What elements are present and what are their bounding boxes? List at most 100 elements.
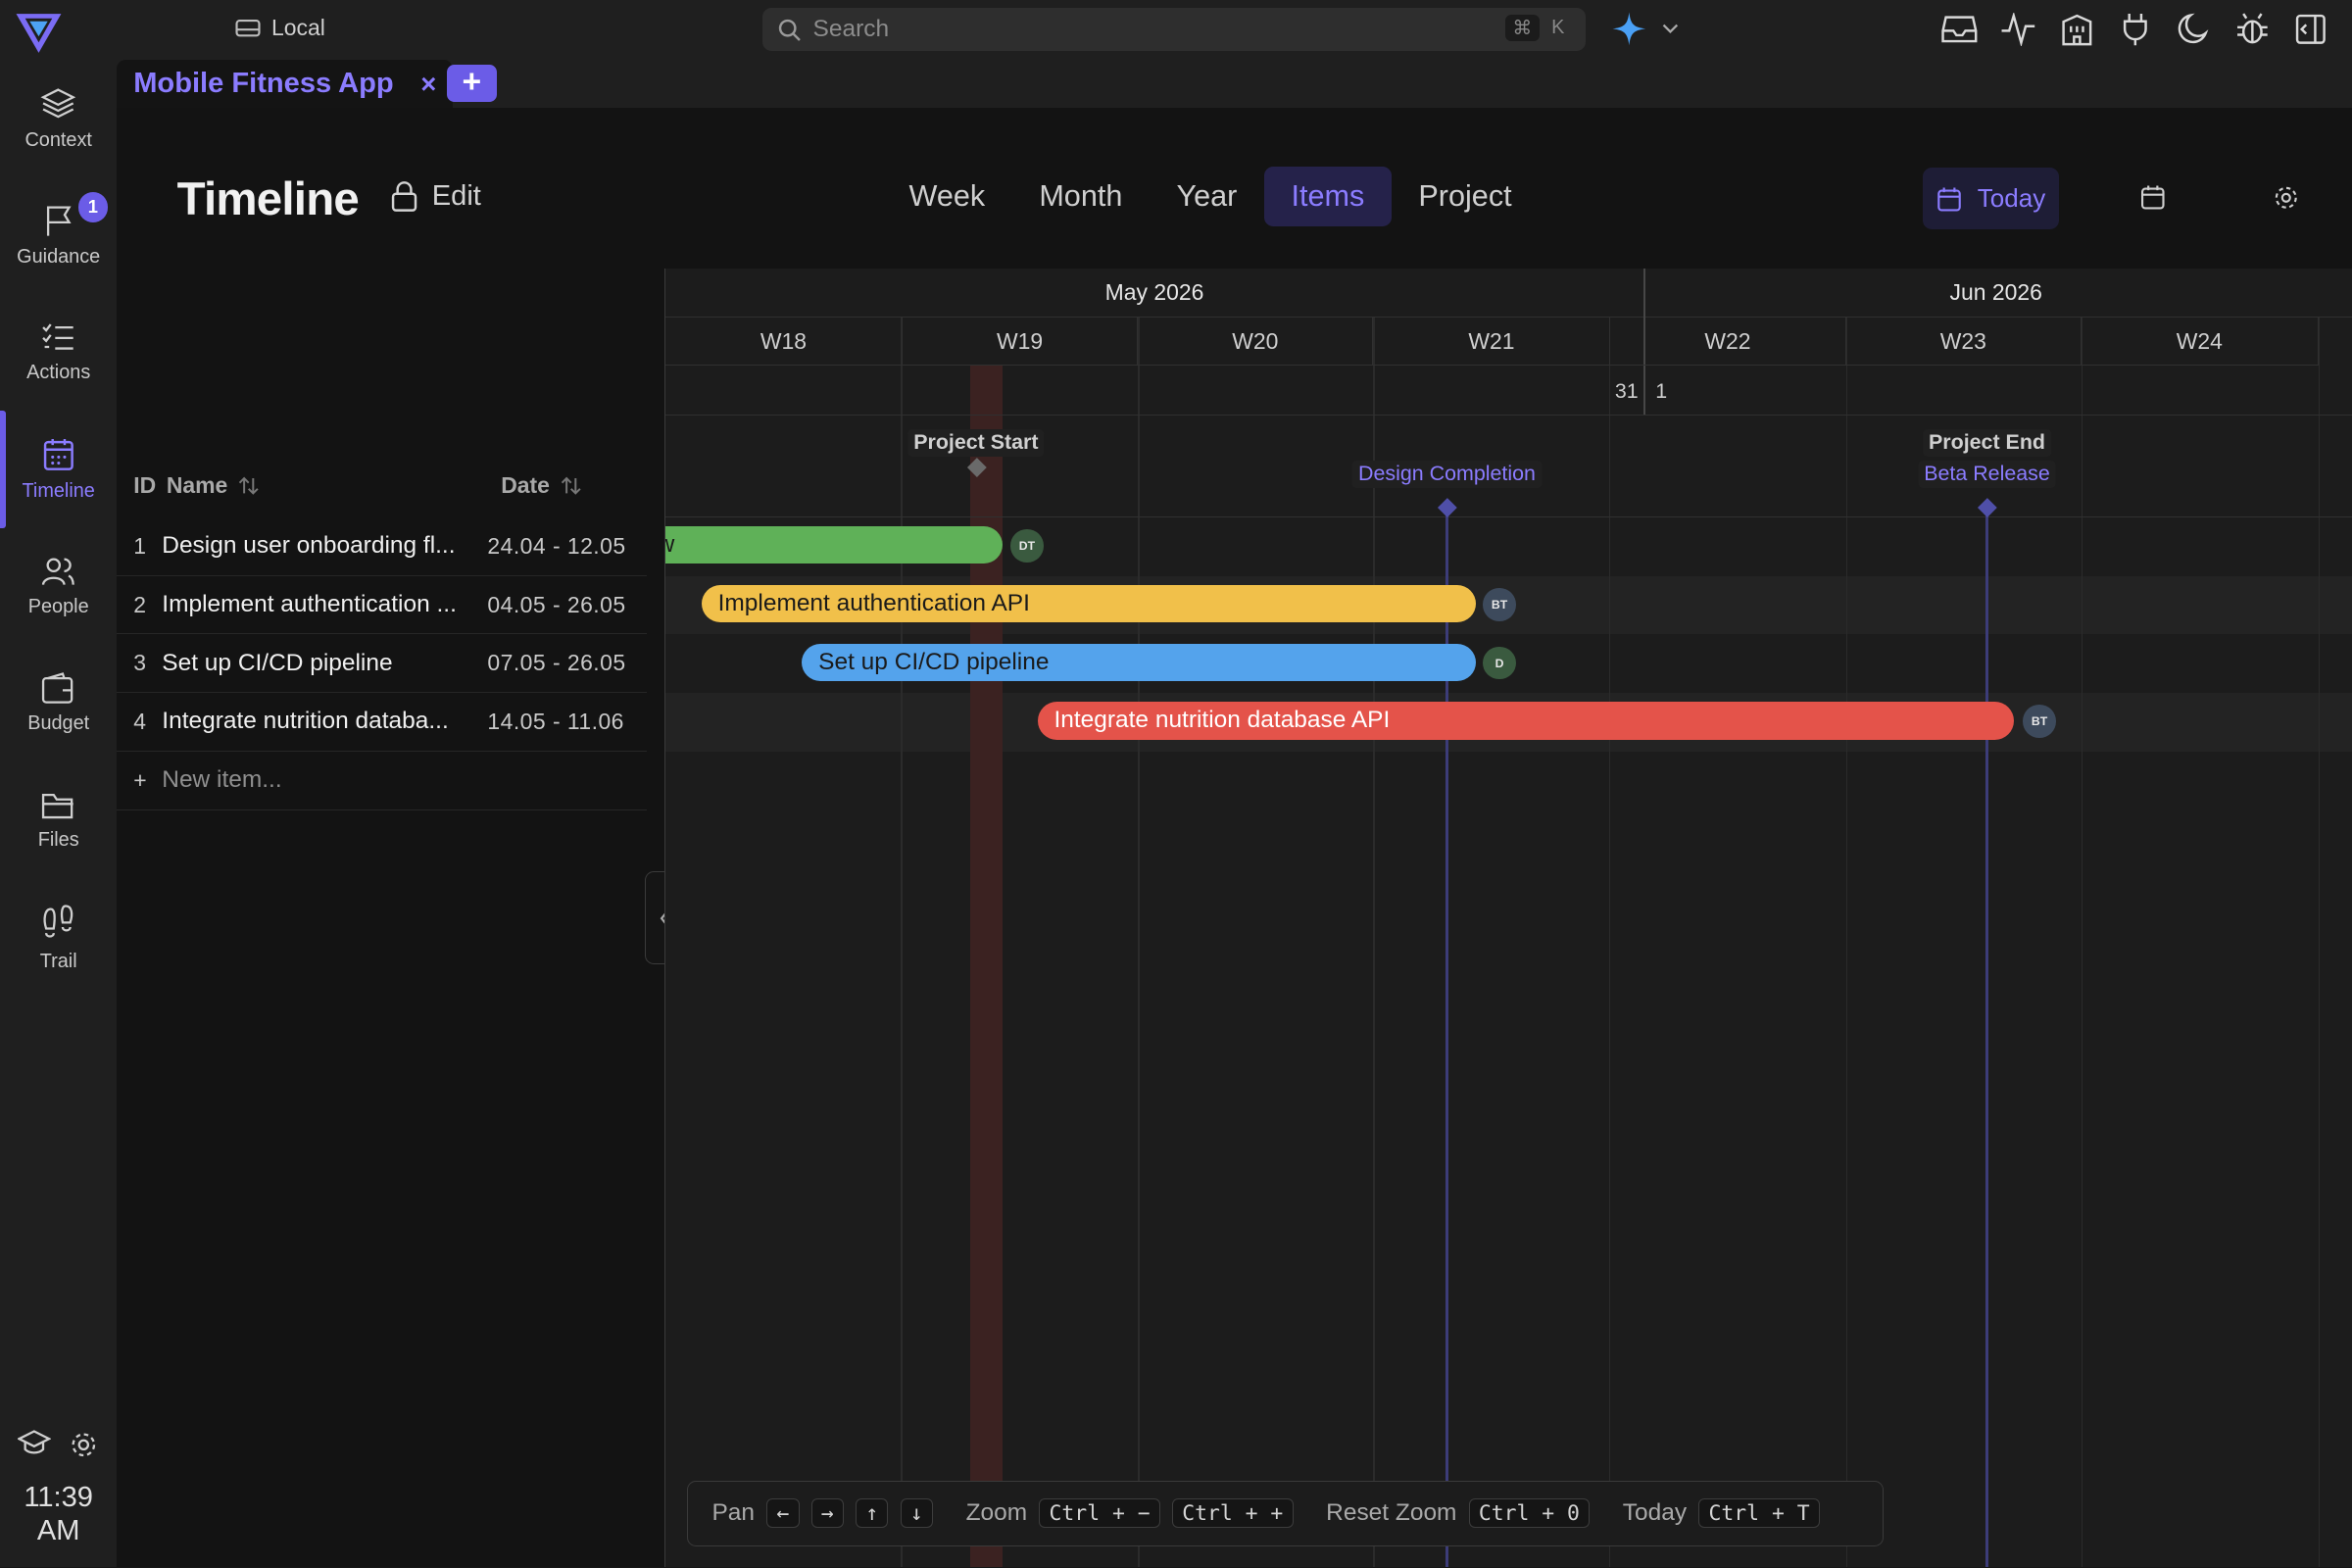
column-header-id-name[interactable]: ID Name xyxy=(133,472,259,499)
checklist-icon xyxy=(42,322,74,350)
today-label: Today xyxy=(1977,183,2046,214)
edit-label: Edit xyxy=(431,179,481,212)
plug-icon[interactable] xyxy=(2115,9,2155,49)
tab-week[interactable]: Week xyxy=(882,167,1012,226)
panel-toggle-icon[interactable] xyxy=(2290,9,2330,49)
bug-icon[interactable] xyxy=(2232,9,2273,49)
col-name-label: Name xyxy=(166,472,228,499)
today-button[interactable]: Today xyxy=(1923,168,2060,230)
building-icon[interactable] xyxy=(2057,9,2097,49)
row-name: Implement authentication ... xyxy=(162,591,457,618)
close-icon[interactable]: × xyxy=(420,69,436,100)
new-item-row[interactable]: + New item... xyxy=(117,752,647,810)
row-date: 24.04 - 12.05 xyxy=(487,532,626,559)
tab-month[interactable]: Month xyxy=(1012,167,1150,226)
sidebar-item-files[interactable]: Files xyxy=(0,762,117,879)
day-row xyxy=(665,366,2352,416)
gear-icon[interactable] xyxy=(69,1430,99,1460)
flag-icon xyxy=(46,206,72,236)
week-header: W18 xyxy=(665,318,903,367)
milestone-beta-release[interactable]: Beta Release xyxy=(1918,460,2056,488)
chevron-down-icon xyxy=(1662,24,1678,33)
key-right: → xyxy=(810,1498,844,1529)
edit-button[interactable]: Edit xyxy=(390,180,481,213)
tab-items[interactable]: Items xyxy=(1263,166,1392,227)
shortcut-k: K xyxy=(1551,16,1565,38)
app-logo-icon[interactable] xyxy=(15,8,63,56)
row-id: 2 xyxy=(133,591,146,617)
day-label: 31 xyxy=(1614,379,1639,404)
sidebar-item-guidance[interactable]: Guidance 1 xyxy=(0,177,117,294)
gantt-bar-label: Set up CI/CD pipeline xyxy=(818,648,1050,675)
list-row[interactable]: 1 Design user onboarding fl... 24.04 - 1… xyxy=(117,517,647,576)
footprints-icon xyxy=(43,905,74,938)
milestone-project-end[interactable]: Project End xyxy=(1922,428,2052,457)
tab-mobile-fitness-app[interactable]: Mobile Fitness App × xyxy=(117,60,454,109)
moon-icon[interactable] xyxy=(2174,9,2214,49)
inbox-icon[interactable] xyxy=(1939,9,1980,49)
key-today: Ctrl + T xyxy=(1698,1498,1820,1529)
row-id: 3 xyxy=(133,650,146,676)
top-icon-group xyxy=(1939,9,2330,49)
workspace-selector[interactable]: Local xyxy=(235,15,325,41)
sidebar-item-context[interactable]: Context xyxy=(0,60,117,176)
list-row[interactable]: 4 Integrate nutrition databa... 14.05 - … xyxy=(117,693,647,752)
search-shortcut: ⌘ K xyxy=(1504,15,1572,42)
search-input[interactable] xyxy=(812,15,1503,43)
list-row[interactable]: 3 Set up CI/CD pipeline 07.05 - 26.05 xyxy=(117,634,647,694)
sidebar-item-trail[interactable]: Trail xyxy=(0,880,117,997)
tab-year[interactable]: Year xyxy=(1150,167,1264,226)
ai-assistant-button[interactable] xyxy=(1611,11,1679,47)
sidebar-item-label: Trail xyxy=(39,951,77,973)
drive-icon xyxy=(235,20,261,37)
assignee-avatar[interactable]: BT xyxy=(2023,705,2056,739)
list-row[interactable]: 2 Implement authentication ... 04.05 - 2… xyxy=(117,576,647,635)
notification-badge: 1 xyxy=(77,191,109,222)
assignee-avatar[interactable]: D xyxy=(1483,646,1516,680)
milestone-project-start[interactable]: Project Start xyxy=(907,428,1045,457)
settings-gear-icon[interactable] xyxy=(2273,184,2300,212)
key-zoom-in: Ctrl + + xyxy=(1172,1498,1294,1529)
week-header: W22 xyxy=(1610,318,1846,367)
folder-icon xyxy=(42,794,74,819)
key-zoom-out: Ctrl + − xyxy=(1039,1498,1160,1529)
assignee-avatar[interactable]: BT xyxy=(1483,587,1516,621)
col-date-label: Date xyxy=(501,472,550,499)
gantt-bar[interactable]: Integrate nutrition database API xyxy=(1037,702,2015,740)
sidebar-item-actions[interactable]: Actions xyxy=(0,294,117,411)
week-header: W23 xyxy=(1845,318,2082,367)
activity-icon[interactable] xyxy=(1998,9,2038,49)
month-header-jun: Jun 2026 xyxy=(1644,269,2352,318)
date-picker-icon[interactable] xyxy=(2139,184,2167,212)
column-header-date[interactable]: Date xyxy=(501,472,581,499)
assignee-avatar[interactable]: DT xyxy=(1010,529,1044,563)
sidebar-item-budget[interactable]: Budget xyxy=(0,645,117,761)
tab-project[interactable]: Project xyxy=(1392,167,1539,226)
search-bar[interactable]: ⌘ K xyxy=(761,7,1586,52)
sidebar-item-people[interactable]: People xyxy=(0,528,117,645)
shortcut-pan: Pan ← → ↑ ↓ xyxy=(711,1498,933,1529)
wallet-icon xyxy=(42,671,74,704)
sidebar-item-timeline[interactable]: Timeline xyxy=(0,411,117,528)
calendar-icon xyxy=(1937,187,1962,212)
row-name: Integrate nutrition databa... xyxy=(162,708,449,735)
sort-icon xyxy=(238,476,259,495)
row-id: 1 xyxy=(133,532,146,559)
lock-icon xyxy=(391,181,417,212)
gantt-bar[interactable]: w xyxy=(665,526,1004,564)
shortcut-reset-zoom-label: Reset Zoom xyxy=(1326,1499,1457,1527)
milestone-design-completion[interactable]: Design Completion xyxy=(1351,460,1543,488)
month-header-jun-label: Jun 2026 xyxy=(1949,279,2042,306)
gantt-bar[interactable]: Implement authentication API xyxy=(701,584,1476,623)
shortcut-pan-label: Pan xyxy=(711,1499,756,1527)
week-header: W24 xyxy=(2081,318,2319,367)
sidebar-item-label: People xyxy=(27,595,89,617)
row-date: 14.05 - 11.06 xyxy=(487,708,624,734)
clock-ampm: AM xyxy=(36,1514,80,1546)
add-tab-button[interactable]: + xyxy=(447,64,497,103)
tab-title: Mobile Fitness App xyxy=(133,68,394,100)
gantt-bar[interactable]: Set up CI/CD pipeline xyxy=(802,643,1476,681)
shortcut-today: Today Ctrl + T xyxy=(1623,1498,1820,1529)
row-date: 04.05 - 26.05 xyxy=(487,591,626,617)
graduation-cap-icon[interactable] xyxy=(18,1429,52,1457)
